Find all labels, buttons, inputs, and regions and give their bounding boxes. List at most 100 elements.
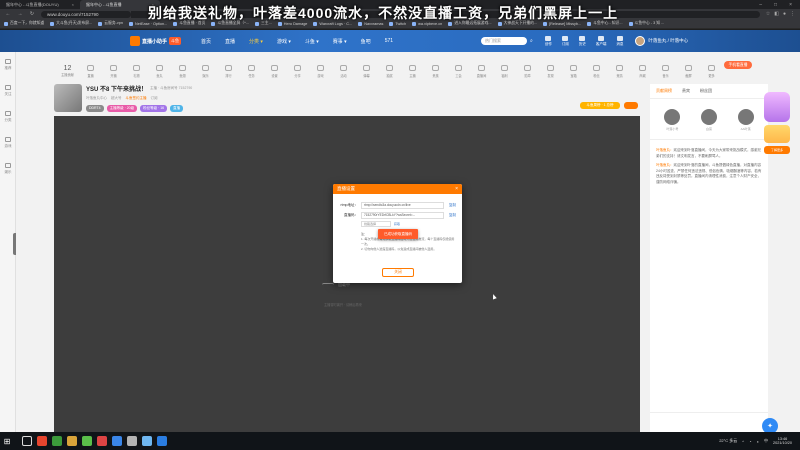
toolstrip-item[interactable]: 弹幕 <box>355 64 378 78</box>
toolstrip-item[interactable]: 抽奖 <box>378 64 401 78</box>
toolstrip-item[interactable]: 礼物 <box>125 64 148 78</box>
toolstrip-item[interactable]: 排行 <box>217 64 240 78</box>
close-icon[interactable]: × <box>455 186 458 192</box>
close-window-icon[interactable]: × <box>789 2 792 8</box>
search-input[interactable]: 热门搜索 <box>481 37 528 45</box>
menu-icon[interactable]: ⋮ <box>790 11 795 17</box>
toolstrip-item[interactable]: 主播 <box>401 64 424 78</box>
ad-button[interactable]: 了解更多 <box>764 146 790 154</box>
sidebar-item[interactable]: 分类 <box>0 104 16 130</box>
toolstrip-item[interactable]: 直播间 <box>470 64 493 78</box>
rank-tab[interactable]: 贡献周榜 <box>656 88 672 94</box>
reload-icon[interactable]: ↻ <box>29 11 35 17</box>
nav-item[interactable]: 鱼吧 <box>361 38 371 45</box>
toolstrip-item[interactable]: 任务 <box>240 64 263 78</box>
floating-ad[interactable]: 了解更多 <box>764 92 794 158</box>
toolstrip-item[interactable]: 活动 <box>332 64 355 78</box>
toolstrip-item[interactable]: 分享 <box>286 64 309 78</box>
streamer-avatar[interactable] <box>54 84 82 112</box>
toolstrip-item[interactable]: 更多 <box>700 64 723 78</box>
back-icon[interactable]: ← <box>5 11 11 17</box>
streamer-tag[interactable]: 主播等级 · 20级 <box>106 105 138 112</box>
sidebar-item[interactable]: 娱乐 <box>0 156 16 182</box>
toolstrip-item[interactable]: 截屏 <box>677 64 700 78</box>
header-icon-button[interactable]: 订阅 <box>562 35 569 47</box>
url-input[interactable]: www.douyu.com/7152790 <box>41 10 131 18</box>
header-icon-button[interactable]: 客户端 <box>596 35 606 47</box>
nav-item[interactable]: 赛事 ▾ <box>333 38 347 45</box>
nav-item[interactable]: 571 <box>385 38 393 45</box>
maximize-icon[interactable]: □ <box>774 2 777 8</box>
toolstrip-item[interactable]: 开播 <box>102 64 125 78</box>
taskbar-app-icon[interactable] <box>22 436 32 446</box>
toolstrip-item[interactable]: 鱼丸 <box>148 64 171 78</box>
avatar[interactable] <box>635 36 646 46</box>
nav-item[interactable]: 分类 ▾ <box>249 38 263 45</box>
rank-entry[interactable]: 叶落小号 <box>664 109 681 131</box>
windows-start-icon[interactable]: ⊞ <box>0 437 14 446</box>
rank-tab[interactable]: 贵宾 <box>682 88 690 94</box>
bookmark-item[interactable]: 云服务-vpn <box>98 21 123 26</box>
streamer-meta-item[interactable]: 斗鱼签约主播 <box>126 96 147 101</box>
toolstrip-item[interactable]: 鱼翅 <box>171 64 194 78</box>
copy-rtmp-button[interactable]: 复制 <box>444 203 456 208</box>
volume-icon[interactable]: ◖ <box>757 439 759 444</box>
rtmp-field[interactable]: rtmp://sendtc3a.douyucdn.cn/live <box>361 201 444 209</box>
toolstrip-item[interactable]: 福利 <box>493 64 516 78</box>
chat-input-area[interactable] <box>650 412 768 432</box>
bookmark-item[interactable]: 大斗鱼(丹天)发布屏... <box>50 21 92 26</box>
nav-item[interactable]: 首页 <box>201 38 211 45</box>
sidebar-item[interactable]: 推荐 <box>0 52 16 78</box>
toolstrip-item[interactable]: 粉丝 <box>585 64 608 78</box>
browser-tab[interactable]: 猴年中心 - 斗鱼直播(DOUYU) × <box>0 0 80 9</box>
toolstrip-item[interactable]: 商城 <box>631 64 654 78</box>
rank-badge[interactable]: 斗鱼周榜 · 1 总榜 <box>580 102 620 109</box>
clock[interactable]: 13:46 2021/10/20 <box>773 437 792 446</box>
toolstrip-item[interactable]: 娱乐 <box>194 64 217 78</box>
header-icon-button[interactable]: 创作 <box>545 35 552 47</box>
search-icon[interactable]: ⌕ <box>530 38 533 44</box>
close-dialog-button[interactable]: 关闭 <box>382 268 414 277</box>
streamer-meta-item[interactable]: 超大号 <box>111 96 122 101</box>
nav-item[interactable]: 斗鱼 ▾ <box>305 38 319 45</box>
rank-entry[interactable]: AA叶落 <box>737 109 754 131</box>
forward-icon[interactable]: → <box>17 11 23 17</box>
nav-item[interactable]: 游戏 ▾ <box>277 38 291 45</box>
chat-sender[interactable]: 叶落鱼丸： <box>656 163 674 167</box>
contribution-count[interactable]: 12 主播贡献 <box>56 65 79 77</box>
streamer-meta-item[interactable]: 订阅 <box>151 96 158 101</box>
toolstrip-item[interactable]: 直播 <box>79 64 102 78</box>
taskbar-app-icon[interactable] <box>112 436 122 446</box>
streamer-meta-item[interactable]: 叶落鱼丸中心 <box>86 96 107 101</box>
site-logo[interactable]: 直播小助手 斗鱼 <box>130 36 182 46</box>
toolstrip-item[interactable]: 勋章 <box>516 64 539 78</box>
streamer-tag[interactable]: 直播 <box>170 105 184 112</box>
sidebar-item[interactable]: 关注 <box>0 78 16 104</box>
toolstrip-item[interactable]: 贵族 <box>424 64 447 78</box>
taskbar-app-icon[interactable] <box>142 436 152 446</box>
rank-tab[interactable]: 粉丝团 <box>700 88 712 94</box>
toolstrip-item[interactable]: 宝箱 <box>562 64 585 78</box>
get-key-link[interactable]: 获取 <box>394 222 400 226</box>
network-icon[interactable]: ◔ <box>749 439 751 444</box>
close-tab-icon[interactable]: × <box>72 2 74 7</box>
toolstrip-item[interactable]: 竞猜 <box>608 64 631 78</box>
user-area[interactable]: 叶落鱼丸 / 叶落中心 <box>635 36 688 46</box>
copy-key-button[interactable]: 复制 <box>444 213 456 218</box>
taskbar-app-icon[interactable] <box>52 436 62 446</box>
toolstrip-item[interactable]: 工会 <box>447 64 470 78</box>
extension-icon[interactable]: ◧ <box>774 11 779 17</box>
line-select[interactable]: 线路选择 <box>361 221 391 227</box>
ime-icon[interactable]: 中 <box>764 438 768 444</box>
minimize-icon[interactable]: – <box>759 2 762 8</box>
mobile-watch-button[interactable]: 手机看直播 <box>724 61 752 69</box>
weather-text[interactable]: 22°C 多云 <box>719 438 737 444</box>
taskbar-app-icon[interactable] <box>127 436 137 446</box>
taskbar-app-icon[interactable] <box>67 436 77 446</box>
toolstrip-item[interactable]: 游戏 <box>309 64 332 78</box>
rank-badge-extra[interactable] <box>624 102 638 109</box>
bookmark-item[interactable]: 百度一下，你就知道 <box>4 21 44 26</box>
chat-sender[interactable]: 叶落鱼丸： <box>656 148 674 152</box>
tray-arrow-icon[interactable]: ^ <box>742 439 744 444</box>
bookmark-item[interactable]: 斗鱼中心 - 3 知 ... <box>628 21 664 26</box>
